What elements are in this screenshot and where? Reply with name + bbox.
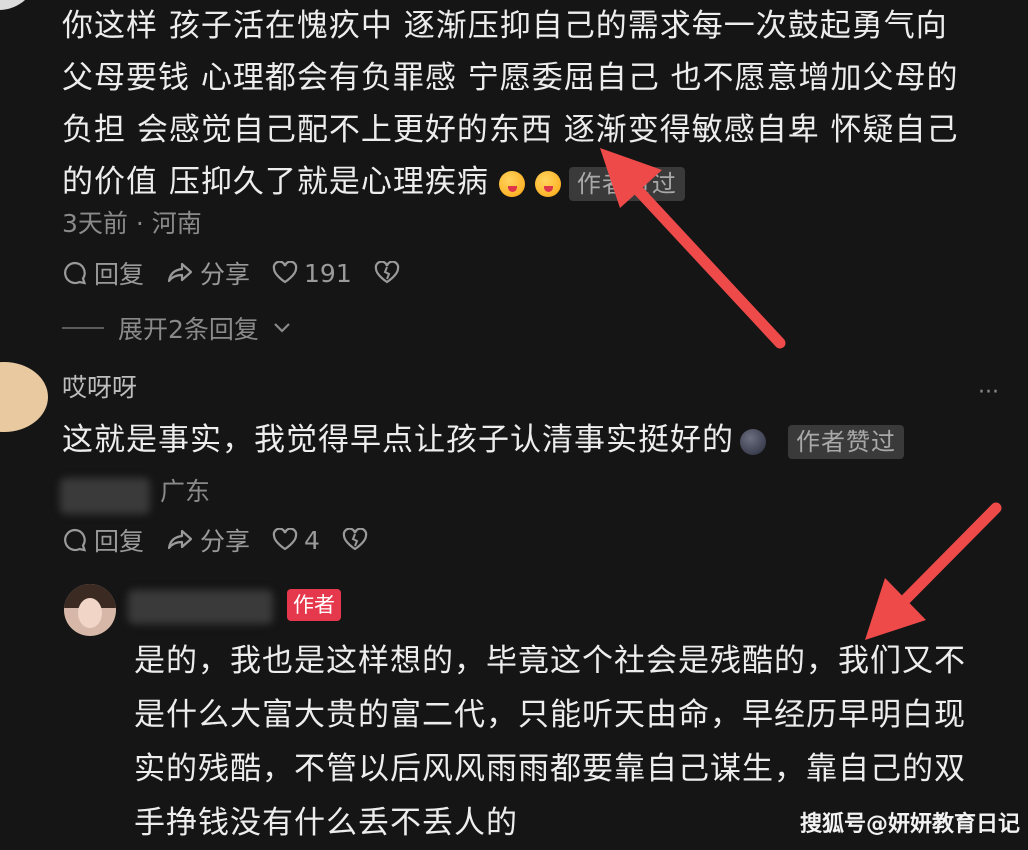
arrow-up-left-icon (600, 148, 786, 349)
annotation-arrows (600, 148, 1002, 640)
arrow-down-left-icon (865, 502, 1002, 640)
